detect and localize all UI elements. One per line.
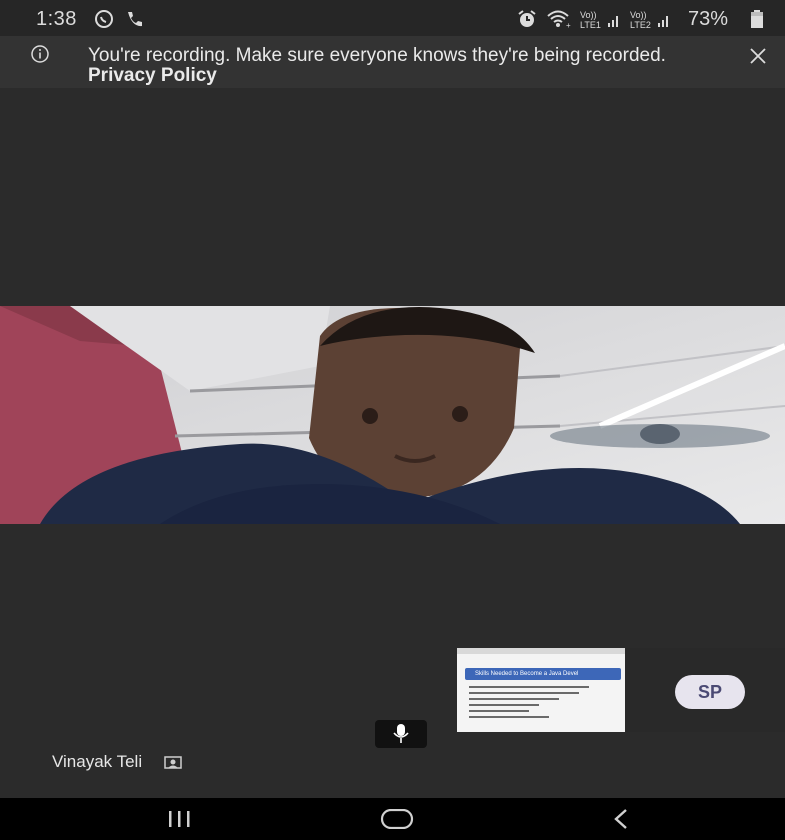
wifi-icon: + bbox=[547, 10, 571, 29]
microphone-icon bbox=[393, 724, 409, 743]
camera-off-icon bbox=[164, 756, 182, 769]
svg-text:Vo)): Vo)) bbox=[580, 10, 597, 20]
status-bar: 1:38 + Vo)) LTE1 Vo)) LTE2 73% bbox=[0, 0, 785, 36]
video-frame bbox=[0, 306, 785, 524]
whatsapp-icon bbox=[95, 10, 113, 28]
thumbnail-line bbox=[469, 710, 529, 712]
participant-video bbox=[0, 306, 785, 524]
thumbnail-toolbar bbox=[457, 648, 625, 654]
svg-text:Vo)): Vo)) bbox=[630, 10, 647, 20]
system-navigation-bar bbox=[0, 798, 785, 840]
thumbnail-heading: Skills Needed to Become a Java Devel bbox=[465, 668, 621, 680]
thumbnail-line bbox=[469, 716, 549, 718]
svg-text:LTE1: LTE1 bbox=[580, 20, 601, 29]
participant-avatar[interactable]: SP bbox=[675, 675, 745, 709]
recording-banner: You're recording. Make sure everyone kno… bbox=[0, 36, 785, 88]
svg-text:LTE2: LTE2 bbox=[630, 20, 651, 29]
microphone-button[interactable] bbox=[375, 720, 427, 748]
recent-apps-icon[interactable] bbox=[165, 810, 195, 828]
privacy-policy-link[interactable]: Privacy Policy bbox=[88, 65, 217, 86]
recording-notice: You're recording. Make sure everyone kno… bbox=[88, 45, 666, 66]
thumbnail-line bbox=[469, 692, 579, 694]
signal-lte2-icon: Vo)) LTE2 bbox=[630, 10, 668, 29]
thumbnail-line bbox=[469, 704, 539, 706]
close-icon[interactable] bbox=[749, 47, 767, 65]
recording-message: You're recording. Make sure everyone kno… bbox=[88, 46, 708, 86]
signal-lte1-icon: Vo)) LTE1 bbox=[580, 10, 618, 29]
thumbnail-line bbox=[469, 698, 559, 700]
svg-text:+: + bbox=[566, 21, 571, 29]
battery-icon bbox=[751, 10, 763, 28]
shared-screen-thumbnail[interactable]: Skills Needed to Become a Java Devel bbox=[457, 648, 625, 732]
info-icon bbox=[31, 45, 49, 63]
thumbnail-line bbox=[469, 686, 589, 688]
home-icon[interactable] bbox=[380, 809, 414, 829]
alarm-icon bbox=[518, 10, 536, 27]
back-icon[interactable] bbox=[612, 808, 630, 830]
phone-icon bbox=[128, 12, 142, 27]
self-view-name: Vinayak Teli bbox=[52, 752, 143, 771]
clock: 1:38 bbox=[36, 8, 77, 30]
battery-percent: 73% bbox=[688, 8, 729, 30]
